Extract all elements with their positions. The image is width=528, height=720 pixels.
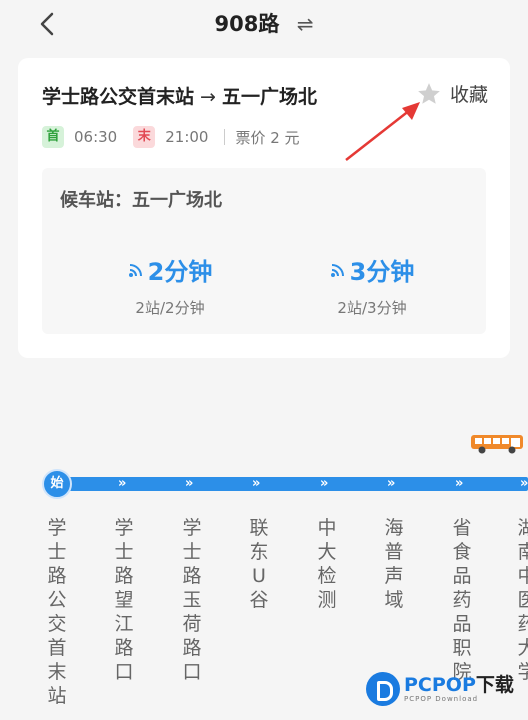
first-bus-badge: 首	[42, 126, 64, 148]
page-title: 908路 ⇌	[0, 8, 528, 38]
realtime-signal-icon	[128, 263, 142, 277]
direction-chevron-icon: »	[320, 476, 329, 491]
arrival-time: 2分钟	[147, 258, 213, 286]
route-arrow: →	[200, 86, 216, 108]
watermark: PCPOP下载 PCPOP Download	[366, 672, 514, 706]
watermark-text: PCPOP下载 PCPOP Download	[404, 675, 514, 703]
watermark-brand-suffix: 下载	[475, 674, 514, 696]
direction-chevron-icon: »	[520, 476, 528, 491]
waiting-station-title: 候车站：五一广场北	[60, 190, 222, 211]
arrival-item[interactable]: 2分钟 2站/2分钟	[80, 252, 260, 318]
route-info-card: 学士路公交首末站 → 五一广场北 收藏 首 06:30 末 21:00 票价 2 元…	[18, 58, 510, 358]
arrival-detail: 2站/3分钟	[337, 299, 407, 317]
last-bus-badge: 末	[133, 126, 156, 148]
route-number: 908路	[214, 12, 280, 36]
station-item[interactable]: 省食品药品职院	[450, 516, 474, 684]
route-from: 学士路公交首末站	[42, 86, 195, 108]
last-bus-time: 21:00	[165, 128, 209, 146]
direction-chevron-icon: »	[185, 476, 194, 491]
realtime-signal-icon	[330, 263, 344, 277]
annotation-arrow-icon	[345, 102, 420, 161]
station-item[interactable]: 学士路望江路口	[112, 516, 136, 684]
route-direction: 学士路公交首末站 → 五一广场北	[42, 82, 317, 109]
arrival-time: 3分钟	[349, 258, 415, 286]
direction-chevron-icon: »	[252, 476, 261, 491]
first-bus-time: 06:30	[74, 128, 118, 146]
station-item[interactable]: 中大检测	[315, 516, 339, 612]
arrival-detail: 2站/2分钟	[135, 299, 205, 317]
swap-direction-icon[interactable]: ⇌	[297, 12, 314, 36]
watermark-sub: PCPOP Download	[404, 695, 479, 703]
schedule-row: 首 06:30 末 21:00 票价 2 元	[42, 126, 300, 148]
bus-icon	[471, 435, 523, 454]
station-item[interactable]: 学士路公交首末站	[45, 516, 69, 708]
favorite-label: 收藏	[449, 84, 488, 106]
direction-chevron-icon: »	[118, 476, 127, 491]
direction-chevron-icon: »	[455, 476, 464, 491]
station-item[interactable]: 海普声域	[382, 516, 406, 612]
arrival-item[interactable]: 3分钟 2站/3分钟	[282, 252, 462, 318]
waiting-panel: 候车站：五一广场北 2分钟 2站/2分钟 3分钟 2站/3分钟	[42, 168, 486, 334]
fare: 票价 2 元	[235, 128, 300, 147]
pcpop-logo-icon	[366, 672, 400, 706]
station-item[interactable]: 湖南中医药大学	[515, 516, 528, 684]
direction-chevron-icon: »	[387, 476, 396, 491]
divider	[224, 129, 226, 145]
station-item[interactable]: 联东U谷	[247, 516, 271, 612]
watermark-brand: PCPOP下载	[404, 675, 514, 695]
top-bar: 908路 ⇌	[0, 0, 528, 48]
start-marker: 始	[42, 469, 72, 499]
station-item[interactable]: 学士路玉荷路口	[180, 516, 204, 684]
route-to: 五一广场北	[221, 86, 317, 108]
watermark-brand-name: PCPOP	[404, 674, 476, 696]
